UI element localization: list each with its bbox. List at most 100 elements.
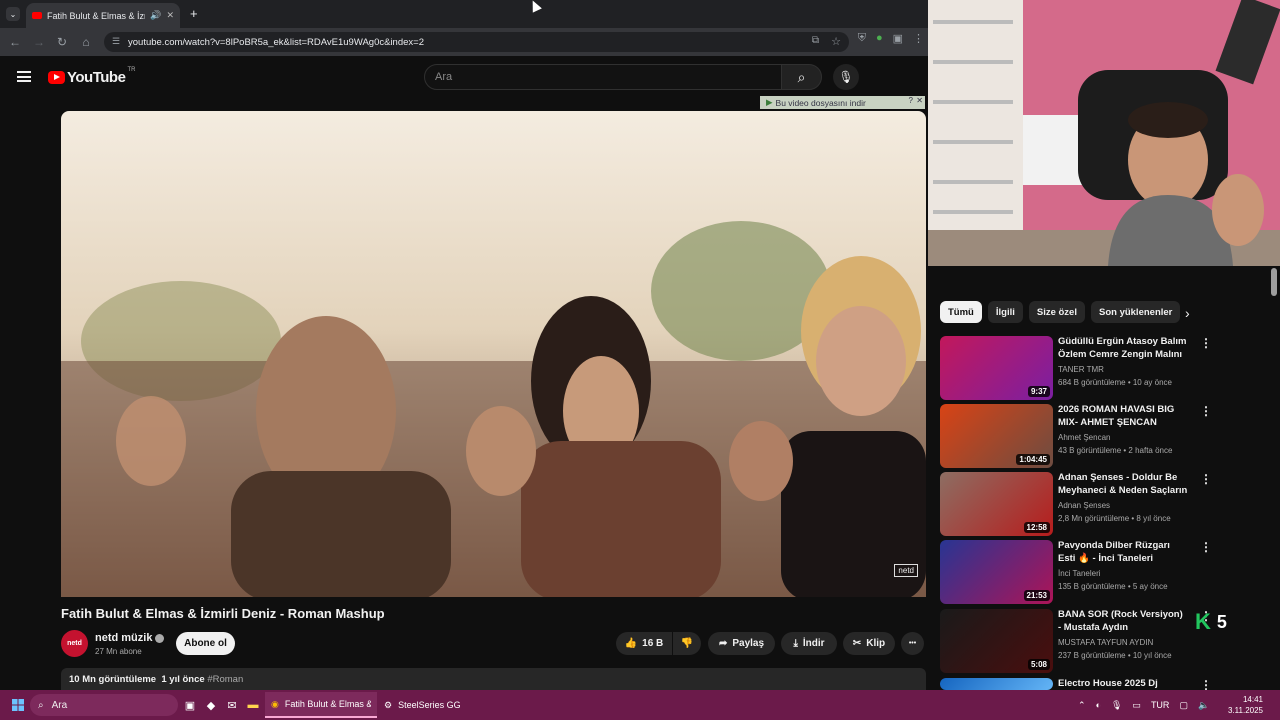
download-button[interactable]: ⤓ İndir xyxy=(781,632,837,655)
volume-icon[interactable]: 🔈 xyxy=(1198,700,1209,711)
recommendation-thumbnail[interactable]: 1:04:45 xyxy=(940,404,1053,468)
help-icon[interactable]: ? xyxy=(909,96,913,105)
recommendation-title[interactable]: 2026 ROMAN HAVASI BIG MIX- AHMET ŞENCAN xyxy=(1058,404,1188,429)
tab-close-icon[interactable]: ✕ xyxy=(166,10,174,21)
chevron-up-icon[interactable]: ⌃ xyxy=(1078,700,1086,711)
recommendation-item[interactable]: 9:37 Güdüllü Ergün Atasoy Balım Özlem Cem… xyxy=(940,336,1225,400)
recommendation-thumbnail[interactable] xyxy=(940,678,1053,690)
description-box[interactable]: 10 Mn görüntüleme 1 yıl önce #Roman xyxy=(61,668,926,690)
new-tab-button[interactable]: + xyxy=(190,6,198,21)
download-label: İndir xyxy=(802,638,825,649)
recommendation-item[interactable]: Electro House 2025 Dj Remix⋮ xyxy=(940,678,1225,702)
hashtag-link[interactable]: #Roman xyxy=(207,674,243,685)
country-code: TR xyxy=(127,67,136,73)
windows-start-icon[interactable] xyxy=(10,697,26,713)
recommendation-item[interactable]: 5:08 BANA SOR (Rock Versiyon) - Mustafa A… xyxy=(940,609,1225,673)
upload-age: 1 yıl önce xyxy=(161,674,205,685)
task-view-icon[interactable]: ▣ xyxy=(182,697,198,713)
video-player[interactable]: netd xyxy=(61,111,926,597)
cast-icon[interactable]: ⧉ xyxy=(812,35,819,46)
clip-button[interactable]: ✂ Klip xyxy=(843,632,895,655)
share-label: Paylaş xyxy=(732,638,765,649)
vpn-extension-icon[interactable]: ● xyxy=(876,32,883,45)
video-duration: 1:04:45 xyxy=(1016,454,1050,465)
menu-icon[interactable] xyxy=(17,71,31,82)
shield-extension-icon[interactable]: ⛨ xyxy=(858,32,866,45)
chip-related[interactable]: İlgili xyxy=(987,301,1023,323)
dislike-button[interactable]: 👎 xyxy=(673,632,701,655)
channel-avatar[interactable]: netd xyxy=(61,630,88,657)
home-icon[interactable]: ⌂ xyxy=(75,31,97,53)
recommendation-item[interactable]: 1:04:45 2026 ROMAN HAVASI BIG MIX- AHMET … xyxy=(940,404,1225,468)
recommendation-title[interactable]: Pavyonda Dilber Rüzgarı Esti 🔥 - İnci Ta… xyxy=(1058,540,1188,565)
recommendation-channel[interactable]: TANER TMR xyxy=(1058,365,1104,374)
steelseries-icon: ⚙ xyxy=(384,699,393,710)
scrollbar-thumb[interactable] xyxy=(1271,268,1277,296)
language-indicator[interactable]: TUR xyxy=(1151,700,1170,710)
chip-all[interactable]: Tümü xyxy=(940,301,982,323)
more-vert-icon[interactable]: ⋮ xyxy=(1200,540,1212,554)
taskbar-steelseries-window[interactable]: ⚙ SteelSeries GG xyxy=(378,692,461,718)
chevron-right-icon[interactable]: › xyxy=(1185,305,1190,321)
share-button[interactable]: ➦ Paylaş xyxy=(708,632,775,655)
download-video-banner[interactable]: ▶ Bu video dosyasını indir ? ✕ xyxy=(760,96,925,109)
more-vert-icon[interactable]: ⋮ xyxy=(1200,336,1212,350)
recommendation-title[interactable]: Güdüllü Ergün Atasoy Balım Özlem Cemre Z… xyxy=(1058,336,1188,361)
reload-icon[interactable]: ↻ xyxy=(51,31,73,53)
more-actions-button[interactable]: ••• xyxy=(901,632,924,655)
monitor-icon[interactable]: ▢ xyxy=(1179,700,1188,711)
share-icon: ➦ xyxy=(718,638,728,649)
search-button[interactable]: ⌕ xyxy=(781,64,822,90)
url-bar[interactable]: ☰ youtube.com/watch?v=8lPoBR5a_ek&list=R… xyxy=(104,32,849,52)
recommendation-channel[interactable]: MUSTAFA TAYFUN AYDIN xyxy=(1058,638,1153,647)
recommendation-meta: 43 B görüntüleme • 2 hafta önce xyxy=(1058,446,1173,455)
recommendation-item[interactable]: 21:53 Pavyonda Dilber Rüzgarı Esti 🔥 - İn… xyxy=(940,540,1225,604)
clip-label: Klip xyxy=(866,638,886,649)
microphone-icon[interactable]: 🎙 xyxy=(1111,700,1122,711)
video-duration: 12:58 xyxy=(1023,522,1050,533)
recommendation-thumbnail[interactable]: 9:37 xyxy=(940,336,1053,400)
subscribe-button[interactable]: Abone ol xyxy=(176,632,235,655)
outlook-icon[interactable]: ✉ xyxy=(224,697,240,713)
taskbar-search[interactable]: ⌕ Ara xyxy=(30,694,178,716)
recommendation-thumbnail[interactable]: 12:58 xyxy=(940,472,1053,536)
recommendation-title[interactable]: BANA SOR (Rock Versiyon) - Mustafa Aydın xyxy=(1058,609,1188,634)
file-explorer-icon[interactable]: ▬ xyxy=(245,697,261,713)
recommendation-title[interactable]: Adnan Şenses - Doldur Be Meyhaneci & Ned… xyxy=(1058,472,1188,497)
recommendation-item[interactable]: 12:58 Adnan Şenses - Doldur Be Meyhaneci … xyxy=(940,472,1225,536)
bookmark-star-icon[interactable]: ☆ xyxy=(831,35,841,48)
recommendation-channel[interactable]: Ahmet Şencan xyxy=(1058,433,1110,442)
search-input[interactable]: Ara xyxy=(424,64,782,90)
more-icon[interactable]: ⋮ xyxy=(913,32,924,45)
like-button[interactable]: 👍 16 B xyxy=(616,632,672,655)
more-vert-icon[interactable]: ⋮ xyxy=(1200,472,1212,486)
thumbs-up-icon: 👍 xyxy=(624,638,638,649)
recommendation-channel[interactable]: Adnan Şenses xyxy=(1058,501,1110,510)
subscriber-count: 27 Mn abone xyxy=(95,647,142,656)
edge-icon[interactable]: ◐ xyxy=(1096,700,1101,710)
tab-audio-icon[interactable]: 🔊 xyxy=(150,10,161,21)
widgets-icon[interactable]: ◆ xyxy=(203,697,219,713)
site-info-icon[interactable]: ☰ xyxy=(112,36,120,47)
taskbar-clock[interactable]: 14:41 3.11.2025 xyxy=(1228,694,1263,716)
recommendation-thumbnail[interactable]: 5:08 xyxy=(940,609,1053,673)
forward-icon[interactable]: → xyxy=(28,31,50,53)
youtube-logo[interactable]: YouTube TR xyxy=(48,67,136,86)
chip-recently-uploaded[interactable]: Son yüklenenler xyxy=(1090,301,1181,323)
channel-name[interactable]: netd müzik xyxy=(95,632,165,644)
tab-search-button[interactable]: ⌄ xyxy=(6,7,20,21)
recommendation-meta: 684 B görüntüleme • 10 ay önce xyxy=(1058,378,1172,387)
more-vert-icon[interactable]: ⋮ xyxy=(1200,404,1212,418)
tray-app-icon[interactable]: ▭ xyxy=(1132,700,1141,711)
voice-search-button[interactable]: 🎙 xyxy=(833,64,859,90)
extensions-puzzle-icon[interactable]: ▣ xyxy=(893,32,903,45)
back-icon[interactable]: ← xyxy=(4,31,26,53)
video-frame xyxy=(61,111,926,597)
recommendation-meta: 2,8 Mn görüntüleme • 8 yıl önce xyxy=(1058,514,1171,523)
taskbar-chrome-window[interactable]: ◉ Fatih Bulut & Elmas & İz xyxy=(265,692,377,718)
browser-tab[interactable]: Fatih Bulut & Elmas & İzmir 🔊 ✕ xyxy=(26,3,180,28)
close-icon[interactable]: ✕ xyxy=(916,96,923,105)
recommendation-thumbnail[interactable]: 21:53 xyxy=(940,540,1053,604)
recommendation-channel[interactable]: İnci Taneleri xyxy=(1058,569,1101,578)
chip-for-you[interactable]: Size özel xyxy=(1028,301,1085,323)
